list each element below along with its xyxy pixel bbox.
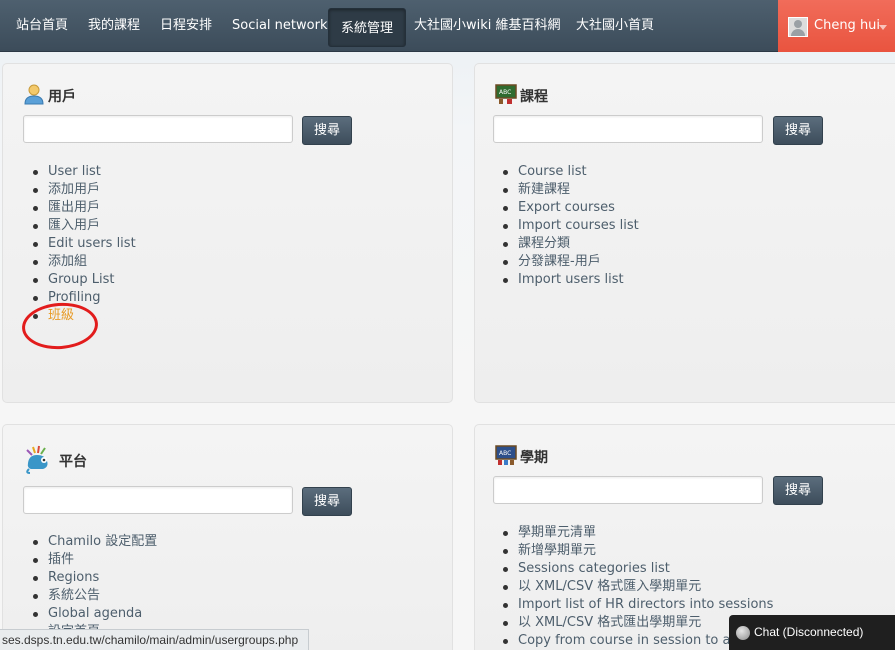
link-course-categories[interactable]: 課程分類 [493,235,639,253]
link-export-courses[interactable]: Export courses [493,199,639,217]
courses-search-button[interactable]: 搜尋 [773,116,823,145]
link-session-list[interactable]: 學期單元清單 [493,524,826,542]
link-import-courses-list[interactable]: Import courses list [493,217,639,235]
link-edit-users-list[interactable]: Edit users list [23,235,136,253]
link-import-users-list[interactable]: Import users list [493,271,639,289]
avatar [788,17,808,37]
platform-panel: 平台 搜尋 Chamilo 設定配置 插件 Regions 系統公告 Globa… [2,424,453,650]
courses-link-list: Course list 新建課程 Export courses Import c… [493,163,639,289]
platform-search-input[interactable] [23,486,293,514]
chat-label: Chat (Disconnected) [754,625,864,639]
chevron-down-icon [879,25,887,30]
link-import-sessions[interactable]: 以 XML/CSV 格式匯入學期單元 [493,578,826,596]
user-name: Cheng hui [814,18,881,33]
browser-status-url: ses.dsps.tn.edu.tw/chamilo/main/admin/us… [0,629,309,650]
link-assign-course-users[interactable]: 分發課程-用戶 [493,253,639,271]
nav-social-network[interactable]: Social network [232,0,327,52]
courses-search-input[interactable] [493,115,763,143]
link-group-list[interactable]: Group List [23,271,136,289]
platform-link-list: Chamilo 設定配置 插件 Regions 系統公告 Global agen… [23,533,157,641]
nav-administration[interactable]: 系統管理 [328,8,407,47]
link-add-group[interactable]: 添加組 [23,253,136,271]
users-search-button[interactable]: 搜尋 [302,116,352,145]
sessions-panel-title: 學期 [520,450,548,466]
nav-wiki[interactable]: 大社國小wiki 維基百科網 [414,0,561,52]
link-system-announcements[interactable]: 系統公告 [23,587,157,605]
nav-home[interactable]: 站台首頁 [16,0,68,52]
platform-search-button[interactable]: 搜尋 [302,487,352,516]
nav-agenda[interactable]: 日程安排 [160,0,212,52]
users-panel: 用戶 搜尋 User list 添加用戶 匯出用戶 匯入用戶 Edit user… [2,63,453,403]
users-search-input[interactable] [23,115,293,143]
chamilo-icon [26,445,48,474]
users-link-list: User list 添加用戶 匯出用戶 匯入用戶 Edit users list… [23,163,136,325]
link-regions[interactable]: Regions [23,569,157,587]
top-navbar: 站台首頁 我的課程 日程安排 Social network 系統管理 大社國小w… [0,0,895,52]
link-import-users[interactable]: 匯入用戶 [23,217,136,235]
platform-panel-title: 平台 [59,454,87,470]
svg-text:ABC: ABC [499,89,511,96]
users-panel-title: 用戶 [48,89,76,105]
courses-panel-title: 課程 [520,89,548,105]
link-session-categories[interactable]: Sessions categories list [493,560,826,578]
link-course-list[interactable]: Course list [493,163,639,181]
nav-my-courses[interactable]: 我的課程 [88,0,140,52]
nav-school-home[interactable]: 大社國小首頁 [576,0,654,52]
link-user-list[interactable]: User list [23,163,136,181]
courses-panel: ABC 課程 搜尋 Course list 新建課程 Export course… [474,63,895,403]
user-icon [24,84,44,105]
user-menu[interactable]: Cheng hui [778,0,895,52]
link-export-users[interactable]: 匯出用戶 [23,199,136,217]
course-icon: ABC [495,84,517,104]
link-new-course[interactable]: 新建課程 [493,181,639,199]
link-plugins[interactable]: 插件 [23,551,157,569]
link-chamilo-settings[interactable]: Chamilo 設定配置 [23,533,157,551]
link-add-user[interactable]: 添加用戶 [23,181,136,199]
chat-widget[interactable]: Chat (Disconnected) [729,615,895,650]
link-global-agenda[interactable]: Global agenda [23,605,157,623]
link-import-hr-directors[interactable]: Import list of HR directors into session… [493,596,826,614]
session-icon: ABC [495,445,517,465]
svg-text:ABC: ABC [499,450,511,457]
sessions-search-button[interactable]: 搜尋 [773,476,823,505]
sessions-search-input[interactable] [493,476,763,504]
link-new-session[interactable]: 新增學期單元 [493,542,826,560]
chat-status-icon [736,626,750,640]
